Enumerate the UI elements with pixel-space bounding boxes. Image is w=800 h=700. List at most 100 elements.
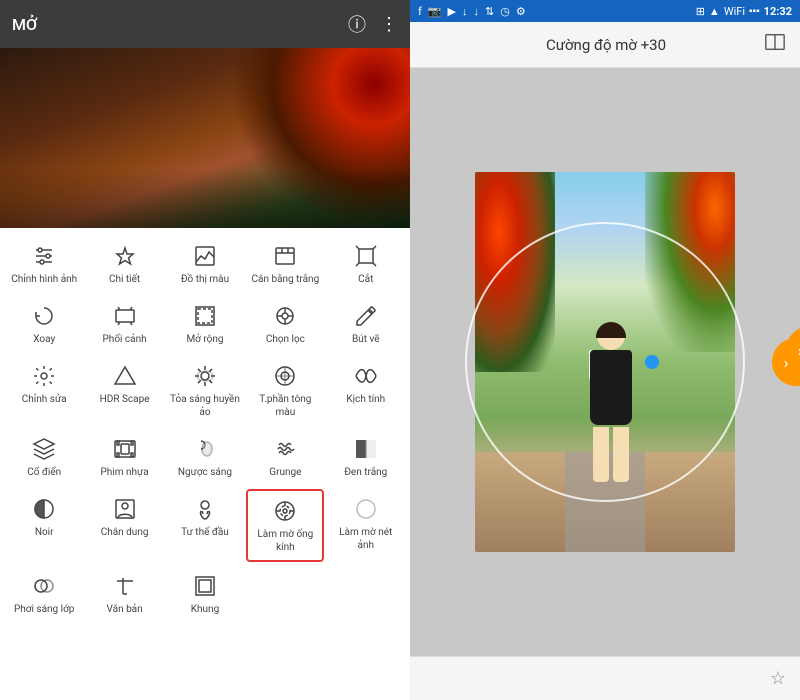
grunge-label: Grunge [269,466,301,479]
toa-sang-icon [193,362,217,390]
tool-toa-sang[interactable]: Tỏa sáng huyền ảo [166,356,244,425]
t-phan-tong-mau-label: T.phần tông màu [250,393,320,419]
lam-mo-net-anh-label: Làm mờ nét ảnh [331,526,401,552]
person-leg-left [593,427,609,482]
tool-noir[interactable]: Noir [5,489,83,562]
person-figure [581,322,641,492]
tu-the-dau-icon [193,495,217,523]
statusbar-wifi-icon: WiFi [724,5,745,18]
right-toolbar-title: Cường độ mờ +30 [546,36,666,54]
nguoc-sang-icon [193,435,217,463]
lam-mo-net-anh-icon [354,495,378,523]
left-header: MỞ ⓘ ⋮ [0,0,410,48]
tu-the-dau-label: Tư thế đầu [181,526,229,539]
bookmark-icon[interactable]: ☆ [770,668,786,689]
tool-chinh-sua[interactable]: Chỉnh sửa [5,356,83,425]
tool-phim-nhua[interactable]: Phim nhựa [86,429,164,485]
tools-row-1: Chỉnh hình ảnh Chi tiết Đồ thị màu Cân b… [4,236,406,292]
khung-icon [193,572,217,600]
tool-t-phan-tong-mau[interactable]: T.phần tông màu [246,356,324,425]
chon-loc-icon [273,302,297,330]
statusbar: f 📷 ▶ ↓ ↓ ⇅ ◷ ⚙ ⊞ ▲ WiFi ▪▪▪ 12:32 [410,0,800,22]
xoay-icon [32,302,56,330]
chinh-hinh-icon [32,242,56,270]
tool-grunge[interactable]: Grunge [246,429,324,485]
do-thi-mau-label: Đồ thị màu [181,273,229,286]
phoi-sang-lop-label: Phơi sáng lớp [14,603,74,616]
statusbar-cast-icon: ⊞ [696,5,705,18]
right-toolbar: Cường độ mờ +30 [410,22,800,68]
info-icon[interactable]: ⓘ [348,11,366,37]
photo-preview [0,48,410,228]
phim-nhua-label: Phim nhựa [101,466,149,479]
co-dien-icon [32,435,56,463]
tool-hdr-scape[interactable]: HDR Scape [86,356,164,425]
hdr-scape-label: HDR Scape [100,393,150,406]
tools-row-4: Cổ điển Phim nhựa Ngược sáng Grunge [4,429,406,485]
toa-sang-label: Tỏa sáng huyền ảo [170,393,240,419]
person-leg-right [613,427,629,482]
right-panel: f 📷 ▶ ↓ ↓ ⇅ ◷ ⚙ ⊞ ▲ WiFi ▪▪▪ 12:32 Cường… [410,0,800,700]
phim-nhua-icon [113,435,137,463]
tool-phoi-sang-lop[interactable]: Phơi sáng lớp [5,566,83,622]
statusbar-yt-icon: ▶ [448,5,456,18]
more-options-icon[interactable]: ⋮ [380,14,398,35]
kich-tinh-label: Kịch tính [346,393,385,406]
noir-icon [32,495,56,523]
tool-phoi-canh[interactable]: Phối cảnh [86,296,164,352]
nguoc-sang-label: Ngược sáng [178,466,232,479]
tool-but-ve[interactable]: Bút vẽ [327,296,405,352]
statusbar-settings-icon: ⚙ [516,5,526,18]
tree-left [475,172,555,372]
left-header-icons: ⓘ ⋮ [348,11,398,37]
person-hair [596,322,626,338]
khung-label: Khung [191,603,219,616]
photo-background [475,172,735,552]
tool-kich-tinh[interactable]: Kịch tính [327,356,405,425]
tools-row-5: Noir Chân dung Tư thế đầu Làm mờ ống kín… [4,489,406,562]
statusbar-fb-icon: f [418,5,422,18]
tool-cat[interactable]: Cắt [327,236,405,292]
kich-tinh-icon [354,362,378,390]
chinh-sua-label: Chỉnh sửa [22,393,67,406]
tool-chon-loc[interactable]: Chọn lọc [246,296,324,352]
tool-den-trang[interactable]: Đen trắng [327,429,405,485]
chinh-sua-icon [32,362,56,390]
tool-do-thi-mau[interactable]: Đồ thị màu [166,236,244,292]
tool-mo-rong[interactable]: Mở rộng [166,296,244,352]
tool-xoay[interactable]: Xoay [5,296,83,352]
statusbar-battery-icon: ▪▪▪ [749,6,760,17]
tool-chinh-hinh[interactable]: Chỉnh hình ảnh [5,236,83,292]
mo-rong-label: Mở rộng [186,333,223,346]
statusbar-camera-icon: 📷 [428,5,442,18]
tool-tu-the-dau[interactable]: Tư thế đầu [166,489,244,562]
statusbar-transfer-icon: ⇅ [485,5,494,18]
tool-chi-tiet[interactable]: Chi tiết [86,236,164,292]
chi-tiet-icon [113,242,137,270]
tool-lam-mo-net-anh[interactable]: Làm mờ nét ảnh [327,489,405,562]
tool-can-bang-trang[interactable]: Cân bằng trắng [246,236,324,292]
bottom-bar: ☆ [410,656,800,700]
blur-control-dot[interactable] [645,355,659,369]
phoi-canh-label: Phối cảnh [103,333,147,346]
lam-mo-ong-kinh-label: Làm mờ ống kính [252,528,318,554]
tools-row-2: Xoay Phối cảnh Mở rộng Chọn lọc [4,296,406,352]
can-bang-trang-label: Cân bằng trắng [252,273,320,286]
photo-container [475,172,735,552]
tool-van-ban[interactable]: Văn bản [86,566,164,622]
den-trang-icon [354,435,378,463]
person-legs [581,427,641,482]
co-dien-label: Cổ điển [27,466,61,479]
statusbar-right: ⊞ ▲ WiFi ▪▪▪ 12:32 [696,5,792,18]
tool-co-dien[interactable]: Cổ điển [5,429,83,485]
statusbar-signal-icon: ▲ [709,5,720,18]
compare-icon[interactable] [764,31,786,58]
tool-nguoc-sang[interactable]: Ngược sáng [166,429,244,485]
hdr-scape-icon [113,362,137,390]
tool-khung[interactable]: Khung [166,566,244,622]
chon-loc-label: Chọn lọc [266,333,305,346]
person-head [597,322,625,350]
tool-lam-mo-ong-kinh[interactable]: Làm mờ ống kính [246,489,324,562]
do-thi-mau-icon [193,242,217,270]
tool-chan-dung[interactable]: Chân dung [86,489,164,562]
